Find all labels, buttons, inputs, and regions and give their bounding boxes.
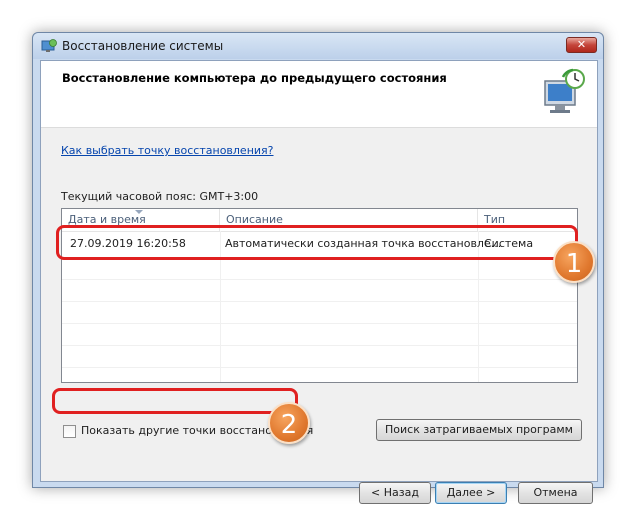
timezone-label: Текущий часовой пояс: GMT+3:00 (61, 190, 259, 203)
page-title: Восстановление компьютера до предыдущего… (62, 71, 447, 85)
grid-line (62, 279, 577, 280)
dialog-client-area: Восстановление компьютера до предыдущего… (40, 60, 598, 504)
window-title: Восстановление системы (62, 39, 224, 53)
system-restore-icon (41, 39, 57, 52)
title-bar[interactable]: Восстановление системы ✕ (33, 33, 603, 59)
system-restore-window: Восстановление системы ✕ Восстановление … (32, 32, 604, 504)
grid-line (62, 301, 577, 302)
annotation-badge-2: 2 (268, 402, 310, 444)
sort-arrow-icon (135, 210, 143, 214)
cancel-button[interactable]: Отмена (518, 482, 593, 504)
help-link[interactable]: Как выбрать точку восстановления? (61, 144, 274, 157)
grid-line (62, 345, 577, 346)
close-button[interactable]: ✕ (566, 37, 597, 53)
next-button[interactable]: Далее > (435, 482, 507, 504)
grid-line (62, 367, 577, 368)
scan-affected-programs-button[interactable]: Поиск затрагиваемых программ (376, 419, 582, 441)
restore-computer-icon (544, 68, 585, 113)
annotation-outline-row (56, 225, 578, 260)
show-more-points-checkbox[interactable] (63, 425, 76, 438)
annotation-badge-1: 1 (553, 241, 595, 283)
grid-line (62, 323, 577, 324)
annotation-outline-checkbox (52, 388, 298, 414)
back-button[interactable]: < Назад (359, 482, 431, 504)
header-band: Восстановление компьютера до предыдущего… (41, 61, 597, 128)
